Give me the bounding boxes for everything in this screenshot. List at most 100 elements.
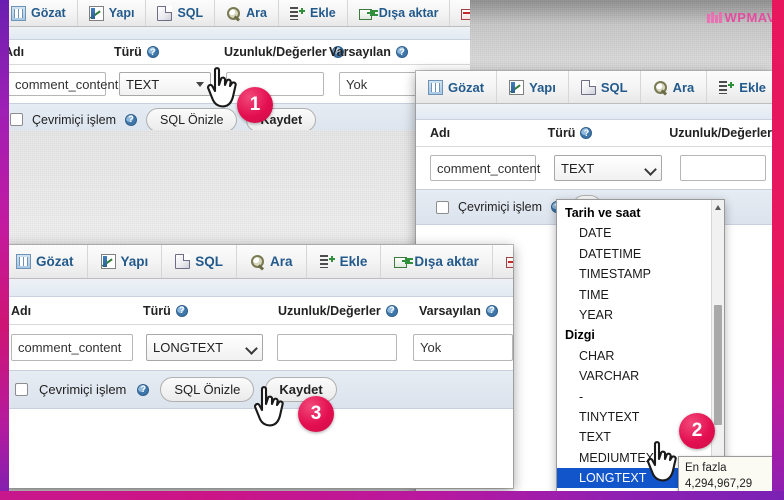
- tab-label: Gözat: [448, 79, 485, 95]
- phpmyadmin-panel-bottom: Gözat Yapı SQL Ara Ekle Dışa aktar Adı T…: [3, 245, 513, 488]
- tab-insert-top[interactable]: Ekle: [279, 0, 348, 26]
- dropdown-option[interactable]: CHAR: [557, 346, 711, 366]
- tab-browse-mid[interactable]: Gözat: [416, 71, 498, 103]
- tab-search-bottom[interactable]: Ara: [237, 245, 307, 278]
- online-transaction-label: Çevrimiçi işlem: [458, 200, 543, 214]
- colhead-default: Varsayılan ?: [419, 304, 498, 318]
- field-name-input[interactable]: comment_content: [11, 334, 133, 361]
- insert-icon: [319, 254, 335, 269]
- tab-browse-top[interactable]: Gözat: [0, 0, 78, 26]
- structure-icon: [100, 254, 116, 269]
- tab-structure-top[interactable]: Yapı: [78, 0, 147, 26]
- dropdown-option[interactable]: YEAR: [557, 305, 711, 325]
- tab-label: Yapı: [108, 6, 135, 20]
- type-tooltip: En fazla 4,294,967,29 saklanır: [678, 456, 784, 494]
- phpmyadmin-panel-top: Gözat Yapı SQL Ara Ekle Dışa aktar Adı T…: [0, 0, 470, 130]
- tab-label: Gözat: [36, 254, 74, 269]
- dropdown-option[interactable]: TIMESTAMP: [557, 264, 711, 284]
- field-type-select[interactable]: TEXT: [554, 155, 662, 181]
- tab-structure-bottom[interactable]: Yapı: [88, 245, 163, 278]
- tab-browse-bottom[interactable]: Gözat: [3, 245, 88, 278]
- search-icon: [653, 80, 668, 95]
- colhead-type: Türü ?: [548, 126, 670, 140]
- frame-border-left: [0, 0, 9, 500]
- export-icon: [358, 6, 375, 21]
- dropdown-option[interactable]: VARCHAR: [557, 366, 711, 386]
- dropdown-option[interactable]: -: [557, 387, 711, 407]
- colhead-length-label: Uzunluk/Değerler: [669, 126, 772, 140]
- sql-preview-button[interactable]: SQL Önizle: [160, 377, 255, 402]
- help-icon[interactable]: ?: [385, 304, 398, 317]
- bottom-panel-field-row: comment_content LONGTEXT Yok: [3, 325, 513, 370]
- chevron-down-icon: [196, 81, 204, 87]
- field-type-value: TEXT: [126, 76, 160, 92]
- tab-search-top[interactable]: Ara: [215, 0, 279, 26]
- bottom-panel-subheader: [3, 279, 513, 297]
- step-badge-1: 1: [237, 87, 273, 123]
- tab-sql-top[interactable]: SQL: [146, 0, 216, 26]
- tab-sql-mid[interactable]: SQL: [569, 71, 641, 103]
- bottom-panel-tabbar: Gözat Yapı SQL Ara Ekle Dışa aktar: [3, 245, 513, 279]
- step-badge-2: 2: [679, 413, 715, 449]
- field-type-select[interactable]: LONGTEXT: [146, 334, 263, 361]
- tab-export-bottom[interactable]: Dışa aktar: [381, 245, 493, 278]
- tab-label: Ara: [270, 254, 293, 269]
- colhead-length: Uzunluk/Değerler ?: [278, 304, 419, 318]
- chevron-down-icon: [646, 164, 655, 173]
- colhead-length-label: Uzunluk/Değerler: [224, 45, 327, 59]
- top-panel-column-headers: Adı Türü ? Uzunluk/Değerler ? Varsayılan…: [0, 40, 470, 65]
- tab-import-bottom[interactable]: İçe: [493, 245, 513, 278]
- field-length-input[interactable]: [680, 155, 766, 181]
- field-default-select[interactable]: Yok: [413, 334, 513, 361]
- dropdown-option[interactable]: DATETIME: [557, 244, 711, 264]
- mid-panel-column-headers: Adı Türü ? Uzunluk/Değerler: [416, 120, 772, 147]
- field-type-dropdown[interactable]: Tarih ve saat DATE DATETIME TIMESTAMP TIME YE…: [556, 199, 725, 500]
- help-icon[interactable]: ?: [175, 304, 188, 317]
- tab-import-top[interactable]: İçe aktar: [450, 0, 470, 26]
- field-length-input[interactable]: [277, 334, 397, 361]
- tab-label: Yapı: [120, 254, 149, 269]
- tab-insert-mid[interactable]: Ekle: [707, 71, 772, 103]
- dropdown-group-label: Dizgi: [565, 328, 595, 343]
- frame-border-bottom: [0, 491, 784, 500]
- step-badge-3: 3: [298, 396, 334, 432]
- help-icon[interactable]: ?: [485, 304, 498, 317]
- dropdown-scrollbar[interactable]: [711, 200, 724, 499]
- colhead-name: Adı: [430, 126, 548, 140]
- field-name-input[interactable]: comment_content: [8, 72, 118, 96]
- dropdown-option[interactable]: DATE: [557, 223, 711, 243]
- tab-label: Dışa aktar: [414, 254, 479, 269]
- tab-export-top[interactable]: Dışa aktar: [348, 0, 451, 26]
- tab-insert-bottom[interactable]: Ekle: [307, 245, 382, 278]
- sql-icon: [175, 254, 191, 269]
- field-type-select[interactable]: TEXT: [119, 72, 211, 96]
- watermark-bars-icon: [707, 12, 722, 23]
- tab-label: Dışa aktar: [378, 6, 439, 20]
- online-transaction-checkbox[interactable]: [436, 200, 449, 214]
- chevron-down-icon: [247, 343, 256, 352]
- tab-search-mid[interactable]: Ara: [641, 71, 708, 103]
- colhead-type-label: Türü: [547, 126, 576, 140]
- online-transaction-checkbox[interactable]: [15, 383, 28, 396]
- field-name-input[interactable]: comment_content: [430, 155, 540, 181]
- help-icon[interactable]: ?: [137, 383, 150, 396]
- colhead-type: Türü ?: [114, 45, 224, 59]
- colhead-name: Adı: [11, 304, 143, 318]
- sql-icon: [580, 79, 596, 95]
- top-panel-actionbar: Çevrimiçi işlem ? SQL Önizle Kaydet: [0, 103, 470, 130]
- scroll-up-arrow-icon[interactable]: [715, 205, 721, 210]
- help-icon[interactable]: ?: [395, 46, 408, 58]
- sql-preview-button[interactable]: SQL Önizle: [146, 107, 238, 130]
- dropdown-group-label: Tarih ve saat: [565, 206, 641, 220]
- scrollbar-thumb[interactable]: [714, 305, 722, 425]
- dropdown-option[interactable]: TIME: [557, 285, 711, 305]
- sql-icon: [157, 5, 173, 21]
- import-icon: [461, 6, 470, 21]
- colhead-type: Türü ?: [143, 304, 278, 318]
- tab-structure-mid[interactable]: Yapı: [497, 71, 569, 103]
- online-transaction-checkbox[interactable]: [10, 113, 23, 126]
- tab-sql-bottom[interactable]: SQL: [162, 245, 238, 278]
- help-icon[interactable]: ?: [125, 113, 138, 126]
- help-icon[interactable]: ?: [580, 127, 593, 139]
- help-icon[interactable]: ?: [146, 46, 159, 58]
